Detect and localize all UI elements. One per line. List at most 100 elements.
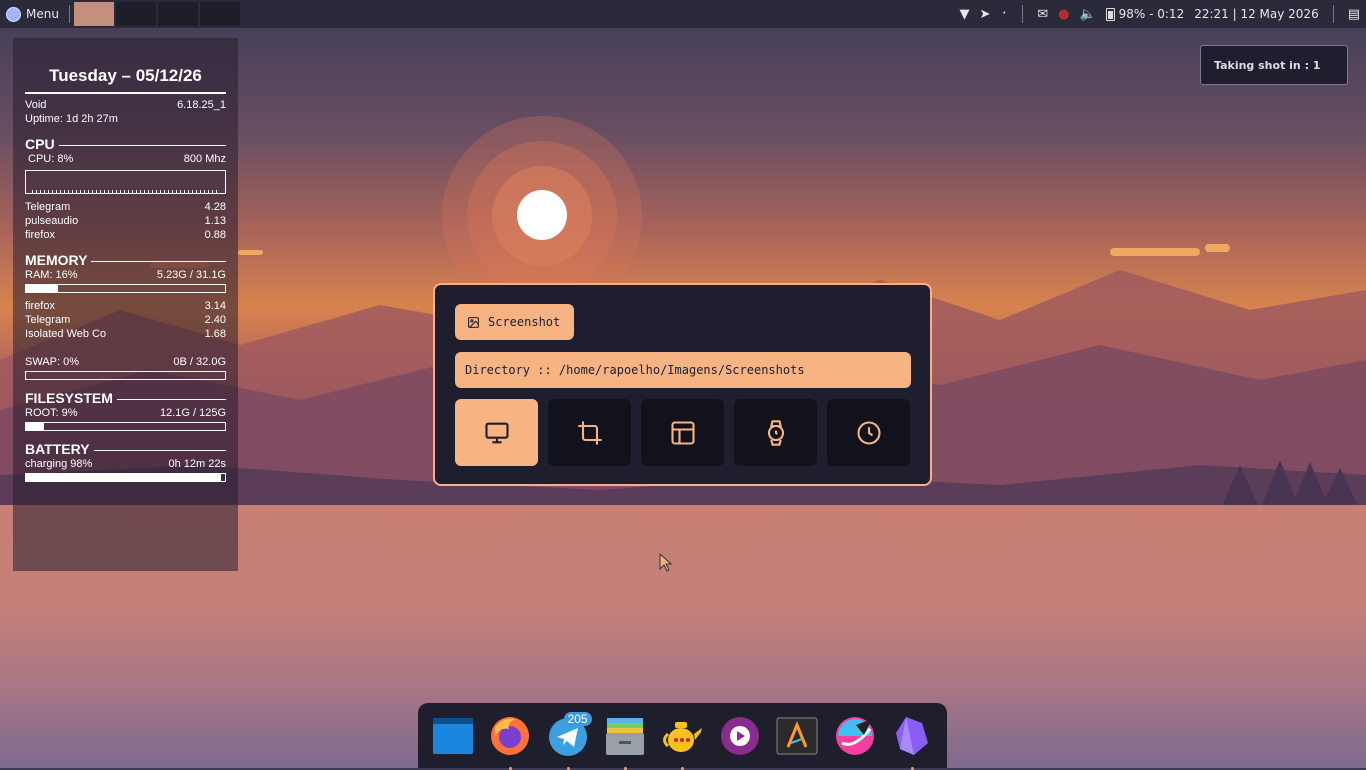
uptime-row: Uptime: 1d 2h 27m: [25, 112, 226, 126]
clock[interactable]: 22:21 | 12 May 2026: [1194, 7, 1319, 21]
teapot-icon: [663, 721, 703, 752]
directory-field[interactable]: Directory :: /home/rapoelho/Imagens/Scre…: [455, 352, 911, 388]
dock-app-teapot[interactable]: [660, 714, 704, 770]
battery-bar: [25, 473, 226, 482]
process-name: firefox: [25, 229, 55, 241]
process-row: pulseaudio 1.13: [25, 214, 226, 228]
dock-app-firefox[interactable]: [488, 714, 532, 770]
process-name: Telegram: [25, 314, 71, 326]
file-cabinet-icon: [606, 717, 645, 755]
memory-heading: MEMORY: [25, 252, 88, 268]
firefox-icon: [491, 716, 530, 755]
divider: [25, 92, 226, 94]
image-icon: [468, 316, 479, 328]
battery-time: 0h 12m 22s: [168, 458, 226, 470]
process-name: firefox: [25, 300, 55, 312]
dock-app-telegram[interactable]: 205: [546, 711, 592, 770]
uptime: Uptime: 1d 2h 27m: [25, 113, 118, 125]
cpu-usage: CPU: 8%: [28, 153, 74, 165]
process-value: 0.88: [204, 229, 226, 241]
countdown-notification[interactable]: Taking shot in : 1: [1200, 45, 1348, 85]
workspace-2[interactable]: [115, 2, 156, 26]
root-bar-fill: [26, 423, 44, 430]
window-icon: [670, 420, 695, 445]
dock: 205: [418, 703, 947, 770]
process-value: 4.28: [204, 201, 226, 213]
ram-used: 5.23G / 31.1G: [156, 269, 226, 281]
telegram-unread-badge: 205: [563, 711, 592, 726]
running-indicator: [624, 766, 628, 770]
process-row: firefox 3.14: [25, 299, 226, 313]
process-value: 2.40: [204, 314, 226, 326]
filesystem-heading: FILESYSTEM: [25, 390, 113, 406]
ram-bar: [25, 284, 226, 293]
process-value: 1.13: [204, 215, 226, 227]
wifi-icon[interactable]: ▼: [959, 7, 969, 22]
media-player-icon: [720, 716, 759, 755]
swap-used: 0B / 32.0G: [173, 356, 226, 368]
dock-app-krita[interactable]: [833, 714, 877, 758]
editor-icon: [776, 717, 818, 754]
ram-row: RAM: 16% 5.23G / 31.1G: [25, 268, 226, 282]
menu-button[interactable]: Menu: [0, 0, 65, 28]
dock-app-obsidian[interactable]: [890, 714, 934, 770]
krita-icon: [835, 716, 874, 755]
os-name: Void: [25, 99, 47, 111]
process-name: pulseaudio: [25, 215, 79, 227]
running-indicator: [911, 766, 915, 770]
running-indicator: [509, 766, 513, 770]
workspace-4[interactable]: [199, 2, 240, 26]
workspace-1[interactable]: [73, 2, 114, 26]
power-icon[interactable]: ▤: [1348, 7, 1360, 22]
top-panel: Menu ▼ ➤ ᛫ ✉ ● 🔈 98% - 0:12 22:21 | 12 M…: [0, 0, 1366, 28]
dock-app-file-manager[interactable]: [431, 714, 475, 758]
battery-status: charging 98%: [25, 458, 93, 470]
battery-bar-fill: [26, 474, 222, 481]
capture-window-button[interactable]: [641, 399, 724, 466]
tray-separator: [1022, 5, 1024, 23]
swap-usage: SWAP: 0%: [25, 356, 79, 368]
tray-separator: [1332, 5, 1334, 23]
running-indicator: [566, 766, 570, 770]
dock-app-archive-manager[interactable]: [603, 714, 647, 770]
os-row: Void 6.18.25_1: [25, 98, 226, 112]
process-name: Isolated Web Co: [25, 328, 107, 340]
mouse-cursor-icon: [659, 553, 673, 572]
capture-schedule-button[interactable]: [827, 399, 910, 466]
screenshot-dialog: Screenshot Directory :: /home/rapoelho/I…: [433, 283, 932, 486]
capture-region-button[interactable]: [548, 399, 631, 466]
ram-usage: RAM: 16%: [25, 269, 78, 281]
dock-app-media-player[interactable]: [718, 714, 762, 758]
dock-app-editor[interactable]: [775, 714, 819, 758]
process-value: 3.14: [204, 300, 226, 312]
swap-row: SWAP: 0% 0B / 32.0G: [25, 355, 226, 369]
process-row: Telegram 4.28: [25, 200, 226, 214]
volume-icon[interactable]: 🔈: [1079, 7, 1095, 22]
obsidian-icon: [896, 716, 929, 755]
battery-icon: [1105, 7, 1115, 21]
root-row: ROOT: 9% 12.1G / 125G: [25, 406, 226, 420]
menu-label: Menu: [26, 7, 59, 21]
capture-delay-button[interactable]: [734, 399, 817, 466]
cpu-section-header: CPU: [25, 136, 226, 152]
sun: [517, 190, 567, 240]
clock-icon: [856, 420, 881, 445]
bluetooth-icon[interactable]: ᛫: [1000, 7, 1008, 22]
notification-icon[interactable]: ✉: [1037, 7, 1048, 22]
system-monitor-widget: Tuesday – 05/12/26 Void 6.18.25_1 Uptime…: [13, 38, 238, 571]
system-tray: ▼ ➤ ᛫ ✉ ● 🔈 98% - 0:12 22:21 | 12 May 20…: [959, 0, 1366, 28]
distro-logo-icon: [6, 6, 21, 22]
workspace-3[interactable]: [157, 2, 198, 26]
capture-mode-options: [455, 399, 910, 466]
telegram-icon[interactable]: ➤: [979, 7, 990, 22]
battery-indicator[interactable]: 98% - 0:12: [1105, 7, 1184, 21]
ram-bar-fill: [26, 285, 58, 292]
screen-icon: [484, 422, 509, 443]
capture-screen-button[interactable]: [455, 399, 538, 466]
panel-separator: [68, 5, 70, 23]
timer-watch-icon: [767, 419, 784, 446]
dialog-title: Screenshot: [455, 304, 575, 340]
mic-muted-icon[interactable]: ●: [1058, 7, 1069, 22]
conky-date: Tuesday – 05/12/26: [49, 66, 202, 85]
swap-bar: [25, 371, 226, 380]
